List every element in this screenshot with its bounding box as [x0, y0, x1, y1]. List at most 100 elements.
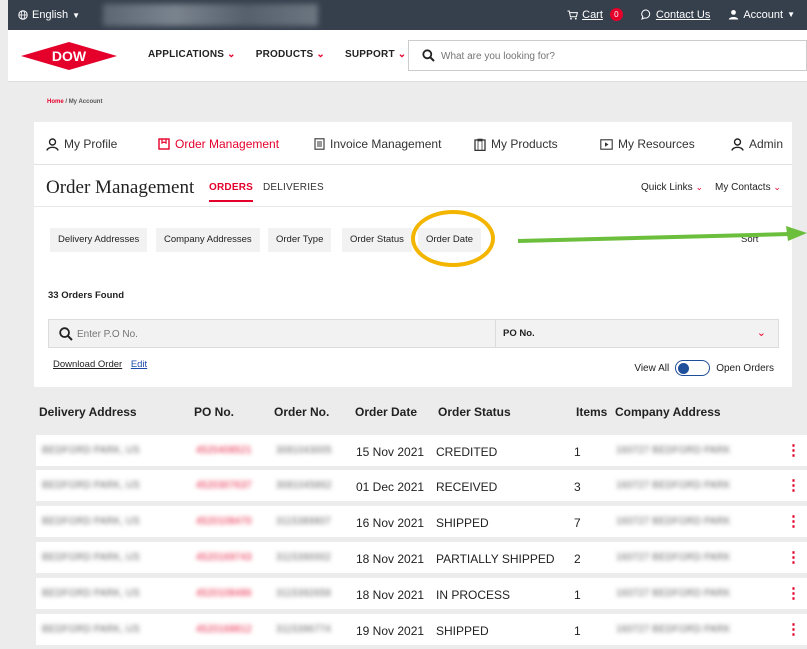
column-header[interactable]: Order Date — [355, 405, 417, 419]
language-selector[interactable]: English ▼ — [18, 9, 80, 21]
item-count: 7 — [574, 516, 581, 530]
po-number-input[interactable] — [77, 325, 477, 343]
cart-label: Cart — [582, 8, 603, 21]
redacted-delivery-address: BEDFORD PARK, US — [42, 480, 140, 491]
video-icon — [600, 138, 613, 150]
table-row[interactable]: BEDFORD PARK, US 4520169743 3115390002 1… — [36, 542, 807, 575]
tab-invoice-management[interactable]: Invoice Management — [314, 137, 441, 151]
column-header[interactable]: Company Address — [615, 405, 721, 419]
kebab-menu-icon[interactable]: ⋮ — [786, 476, 801, 494]
language-label: English — [32, 9, 69, 21]
dow-logo[interactable]: DOW — [21, 42, 117, 70]
chevron-down-icon: ▼ — [787, 10, 795, 19]
my-contacts-dropdown[interactable]: My Contacts ⌄ — [715, 182, 781, 193]
page-title: Order Management — [46, 177, 195, 198]
redacted-company-address: 160727 BEDFORD PARK — [616, 516, 731, 527]
download-order-link[interactable]: Download Order — [53, 359, 122, 370]
redacted-delivery-address: BEDFORD PARK, US — [42, 552, 140, 563]
table-row[interactable]: BEDFORD PARK, US 4520307637 3081045862 0… — [36, 470, 807, 503]
view-toggle-switch[interactable] — [675, 360, 711, 376]
view-all-label: View All — [634, 362, 670, 374]
tab-admin[interactable]: Admin — [731, 137, 783, 151]
chevron-down-icon: ⌄ — [227, 49, 236, 60]
view-toggle: View All Open Orders — [634, 360, 774, 376]
toggle-knob — [678, 362, 690, 374]
tab-my-products[interactable]: My Products — [474, 137, 558, 151]
kebab-menu-icon[interactable]: ⋮ — [786, 620, 801, 638]
search-input[interactable] — [441, 46, 741, 66]
subtab-deliveries[interactable]: DELIVERIES — [263, 182, 324, 193]
order-status: IN PROCESS — [436, 588, 511, 602]
kebab-menu-icon[interactable]: ⋮ — [786, 548, 801, 566]
user-icon — [729, 10, 739, 20]
column-header[interactable]: Delivery Address — [39, 405, 137, 419]
kebab-menu-icon[interactable]: ⋮ — [786, 512, 801, 530]
nav-products[interactable]: PRODUCTS ⌄ — [256, 49, 325, 60]
filter-order-type[interactable]: Order Type — [268, 228, 332, 252]
redacted-company-address: 160727 BEDFORD PARK — [616, 624, 731, 635]
breadcrumb-home[interactable]: Home — [47, 99, 64, 105]
search-field-select[interactable]: PO No. — [503, 328, 535, 339]
tab-label: My Resources — [618, 137, 695, 151]
contact-us-link[interactable]: Contact Us — [641, 9, 710, 21]
order-icon — [158, 138, 170, 150]
orders-found-count: 33 Orders Found — [48, 290, 125, 301]
nav-label: SUPPORT — [345, 49, 395, 60]
order-actions: Download Order Edit — [53, 359, 147, 370]
redacted-banner — [103, 4, 318, 26]
clipboard-icon — [474, 138, 486, 151]
divider — [34, 206, 792, 207]
column-header[interactable]: Items — [576, 405, 607, 419]
order-date: 01 Dec 2021 — [356, 480, 425, 494]
redacted-company-address: 160727 BEDFORD PARK — [616, 480, 731, 491]
tab-label: Admin — [749, 137, 784, 151]
edit-link[interactable]: Edit — [131, 359, 147, 370]
cart-icon — [567, 10, 579, 20]
open-orders-label: Open Orders — [716, 362, 774, 374]
tab-my-profile[interactable]: My Profile — [46, 137, 117, 151]
kebab-menu-icon[interactable]: ⋮ — [786, 441, 801, 459]
redacted-po-number[interactable]: 4520169743 — [196, 552, 252, 563]
redacted-delivery-address: BEDFORD PARK, US — [42, 624, 140, 635]
nav-applications[interactable]: APPLICATIONS ⌄ — [148, 49, 236, 60]
table-row[interactable]: BEDFORD PARK, US 4520108470 3115389807 1… — [36, 506, 807, 539]
chevron-down-icon[interactable]: ⌄ — [757, 326, 766, 339]
redacted-po-number[interactable]: 4520408521 — [196, 445, 252, 456]
subtab-orders[interactable]: ORDERS — [209, 182, 253, 202]
column-header[interactable]: Order Status — [438, 405, 511, 419]
breadcrumb-current: My Account — [68, 99, 103, 105]
my-contacts-label: My Contacts — [715, 182, 771, 193]
redacted-delivery-address: BEDFORD PARK, US — [42, 588, 140, 599]
redacted-po-number[interactable]: 4520168812 — [196, 624, 252, 635]
account-menu[interactable]: Account ▼ — [728, 9, 795, 21]
table-row[interactable]: BEDFORD PARK, US 4520408521 3081043005 1… — [36, 435, 807, 468]
item-count: 1 — [574, 445, 581, 459]
quick-links-dropdown[interactable]: Quick Links ⌄ — [641, 182, 703, 193]
filter-delivery-addresses[interactable]: Delivery Addresses — [50, 228, 148, 252]
nav-support[interactable]: SUPPORT ⌄ — [345, 49, 406, 60]
column-header[interactable]: PO No. — [194, 405, 234, 419]
chevron-down-icon: ▼ — [72, 10, 80, 20]
redacted-order-number: 3115390002 — [276, 552, 331, 563]
filter-order-status[interactable]: Order Status — [342, 228, 412, 252]
tab-my-resources[interactable]: My Resources — [600, 137, 695, 151]
table-row[interactable]: BEDFORD PARK, US 4520168812 3115396774 1… — [36, 614, 807, 647]
cart-link[interactable]: Cart 0 — [567, 8, 623, 21]
tab-label: My Products — [491, 137, 558, 151]
redacted-po-number[interactable]: 4520108486 — [196, 588, 252, 599]
redacted-order-number: 3081043005 — [276, 445, 332, 456]
table-row[interactable]: BEDFORD PARK, US 4520108486 3115392658 1… — [36, 578, 807, 611]
utility-bar: English ▼ Cart 0 Contact Us Account ▼ — [8, 0, 807, 30]
tab-order-management[interactable]: Order Management — [158, 137, 279, 151]
kebab-menu-icon[interactable]: ⋮ — [786, 584, 801, 602]
search-icon[interactable] — [422, 49, 435, 62]
redacted-po-number[interactable]: 4520307637 — [196, 480, 252, 491]
divider — [495, 320, 496, 347]
order-date: 16 Nov 2021 — [356, 516, 425, 530]
column-header[interactable]: Order No. — [274, 405, 329, 419]
filter-company-addresses[interactable]: Company Addresses — [156, 228, 260, 252]
redacted-po-number[interactable]: 4520108470 — [196, 516, 252, 527]
search-icon[interactable] — [59, 327, 73, 341]
order-date: 15 Nov 2021 — [356, 445, 425, 459]
orders-table-header: Delivery Address PO No. Order No. Order … — [8, 394, 807, 431]
